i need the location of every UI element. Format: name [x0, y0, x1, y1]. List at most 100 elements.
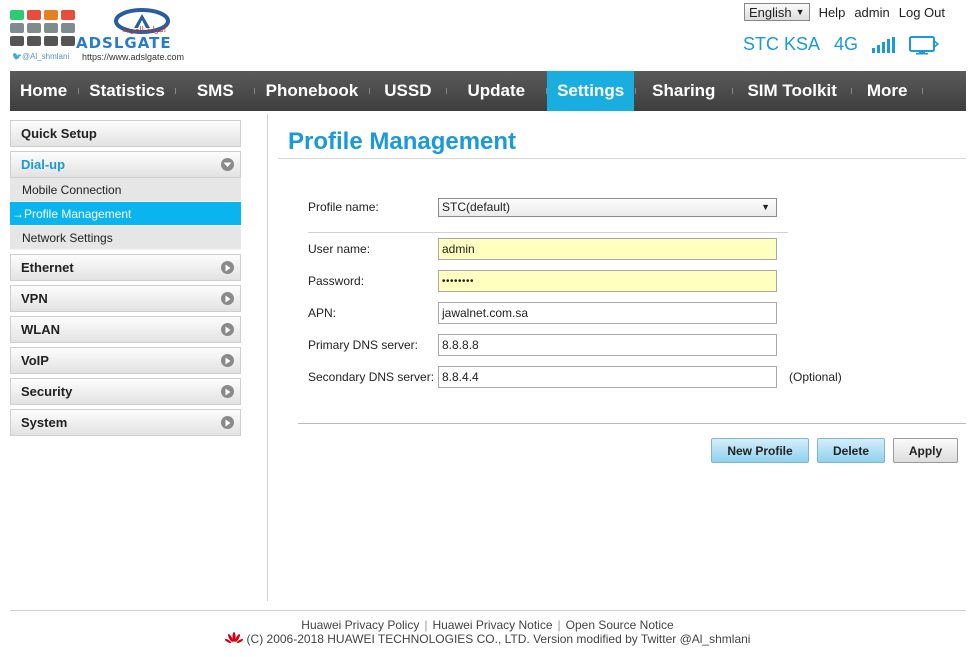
- logo-square: [27, 23, 41, 33]
- sidebar-item-system[interactable]: System: [10, 409, 241, 436]
- logo-square: [10, 36, 24, 46]
- chevron-right-icon: [221, 385, 234, 398]
- logo-arabic-text: البوابة العربية: [122, 25, 167, 34]
- password-input[interactable]: ••••••••: [438, 270, 777, 292]
- sidebar-item-label: WLAN: [21, 322, 60, 337]
- buttons-divider: [298, 423, 966, 424]
- profile-name-row: Profile name: STC(default) ▼: [308, 196, 777, 218]
- nav-update[interactable]: Update: [447, 71, 545, 111]
- logout-link[interactable]: Log Out: [899, 5, 945, 20]
- password-label: Password:: [308, 274, 365, 288]
- nav-more[interactable]: More: [853, 71, 922, 111]
- page-title: Profile Management: [288, 128, 517, 155]
- new-profile-button[interactable]: New Profile: [711, 438, 809, 463]
- dial-up-submenu: Mobile Connection →Profile Management Ne…: [10, 178, 241, 250]
- user-name-row: User name: admin: [308, 238, 777, 260]
- sidebar-divider: [267, 114, 268, 601]
- nav-ussd[interactable]: USSD: [370, 71, 445, 111]
- nav-sms[interactable]: SMS: [177, 71, 254, 111]
- primary-dns-input[interactable]: 8.8.8.8: [438, 334, 777, 356]
- delete-button[interactable]: Delete: [817, 438, 885, 463]
- arrow-right-icon: →: [12, 207, 24, 221]
- primary-dns-label: Primary DNS server:: [308, 338, 419, 352]
- twitter-handle-text: @Al_shmlani: [21, 52, 70, 61]
- profile-name-select[interactable]: STC(default) ▼: [438, 197, 777, 217]
- sidebar-item-vpn[interactable]: VPN: [10, 285, 241, 312]
- caret-down-icon: ▼: [795, 7, 805, 17]
- logo-square: [44, 10, 58, 20]
- footer-divider: [10, 610, 966, 611]
- title-divider: [278, 158, 966, 159]
- sidebar-subitem-mobile-connection[interactable]: Mobile Connection: [10, 178, 241, 202]
- logo-square: [27, 10, 41, 20]
- logo-twitter-handle: 🐦@Al_shmlani: [12, 52, 69, 61]
- main-nav: Home Statistics SMS Phonebook USSD Updat…: [10, 71, 966, 111]
- status-bar: STC KSA 4G: [743, 34, 939, 55]
- logo-square: [10, 10, 24, 20]
- sidebar-item-voip[interactable]: VoIP: [10, 347, 241, 374]
- chevron-right-icon: [221, 354, 234, 367]
- user-name-input[interactable]: admin: [438, 238, 777, 260]
- sidebar-item-quick-setup[interactable]: Quick Setup: [10, 120, 241, 147]
- apn-input[interactable]: jawalnet.com.sa: [438, 302, 777, 324]
- footer-separator: |: [557, 618, 561, 632]
- header: البوابة العربية ADSLGATE 🐦@Al_shmlani ht…: [0, 0, 975, 72]
- logo-url: https://www.adslgate.com: [82, 52, 185, 62]
- logo-square: [44, 36, 58, 46]
- sidebar-item-label: VoIP: [21, 353, 49, 368]
- footer-separator: |: [424, 618, 428, 632]
- sidebar-subitem-label: Profile Management: [24, 207, 132, 221]
- sidebar-subitem-profile-management[interactable]: →Profile Management: [10, 202, 241, 226]
- nav-home[interactable]: Home: [10, 71, 77, 111]
- chevron-right-icon: [221, 416, 234, 429]
- computer-monitor-icon[interactable]: [909, 35, 939, 55]
- apply-button[interactable]: Apply: [893, 438, 958, 463]
- sidebar-item-dial-up[interactable]: Dial-up: [10, 151, 241, 178]
- logo-square: [27, 36, 41, 46]
- language-select[interactable]: English ▼: [744, 3, 810, 21]
- top-links: English ▼ Help admin Log Out: [744, 3, 945, 21]
- secondary-dns-input[interactable]: 8.8.4.4: [438, 366, 777, 388]
- nav-phonebook[interactable]: Phonebook: [256, 71, 369, 111]
- sidebar-subitem-network-settings[interactable]: Network Settings: [10, 226, 241, 250]
- optional-note: (Optional): [789, 370, 842, 384]
- nav-sharing[interactable]: Sharing: [636, 71, 731, 111]
- sidebar-item-label: Security: [21, 384, 73, 399]
- network-type: 4G: [833, 34, 858, 54]
- chevron-right-icon: [221, 323, 234, 336]
- apn-label: APN:: [308, 306, 337, 320]
- copyright-text: (C) 2006-2018 HUAWEI TECHNOLOGIES CO., L…: [246, 632, 751, 646]
- twitter-bird-icon: 🐦: [12, 52, 22, 61]
- user-name-label: User name:: [308, 242, 371, 256]
- sidebar-item-security[interactable]: Security: [10, 378, 241, 405]
- logo-square: [61, 36, 75, 46]
- chevron-right-icon: [221, 292, 234, 305]
- open-source-notice-link[interactable]: Open Source Notice: [566, 618, 674, 632]
- privacy-policy-link[interactable]: Huawei Privacy Policy: [301, 618, 419, 632]
- footer-links: Huawei Privacy Policy | Huawei Privacy N…: [0, 618, 975, 632]
- secondary-dns-row: Secondary DNS server: 8.8.4.4 (Optional): [308, 366, 842, 388]
- nav-settings[interactable]: Settings: [547, 71, 635, 111]
- sidebar-item-label: System: [21, 415, 68, 430]
- copyright: (C) 2006-2018 HUAWEI TECHNOLOGIES CO., L…: [0, 632, 975, 646]
- logo-squares-icon: [10, 10, 76, 49]
- username-label: admin: [854, 4, 890, 20]
- nav-statistics[interactable]: Statistics: [79, 71, 175, 111]
- apn-row: APN: jawalnet.com.sa: [308, 302, 777, 324]
- signal-strength-icon: [872, 36, 895, 53]
- primary-dns-row: Primary DNS server: 8.8.8.8: [308, 334, 777, 356]
- operator-name: STC KSA: [742, 34, 820, 54]
- chevron-down-icon: [221, 158, 234, 171]
- nav-sim-toolkit[interactable]: SIM Toolkit: [733, 71, 850, 111]
- sidebar-item-wlan[interactable]: WLAN: [10, 316, 241, 343]
- adslgate-logo[interactable]: البوابة العربية ADSLGATE 🐦@Al_shmlani ht…: [10, 8, 210, 64]
- caret-down-icon: ▼: [761, 202, 770, 212]
- huawei-logo-icon: [224, 632, 243, 644]
- language-value: English: [749, 4, 792, 20]
- sidebar-item-ethernet[interactable]: Ethernet: [10, 254, 241, 281]
- help-link[interactable]: Help: [819, 5, 846, 20]
- sidebar-item-label: Quick Setup: [21, 126, 97, 141]
- privacy-notice-link[interactable]: Huawei Privacy Notice: [432, 618, 552, 632]
- sidebar-item-label: Dial-up: [21, 157, 66, 172]
- nav-separator: [921, 71, 923, 111]
